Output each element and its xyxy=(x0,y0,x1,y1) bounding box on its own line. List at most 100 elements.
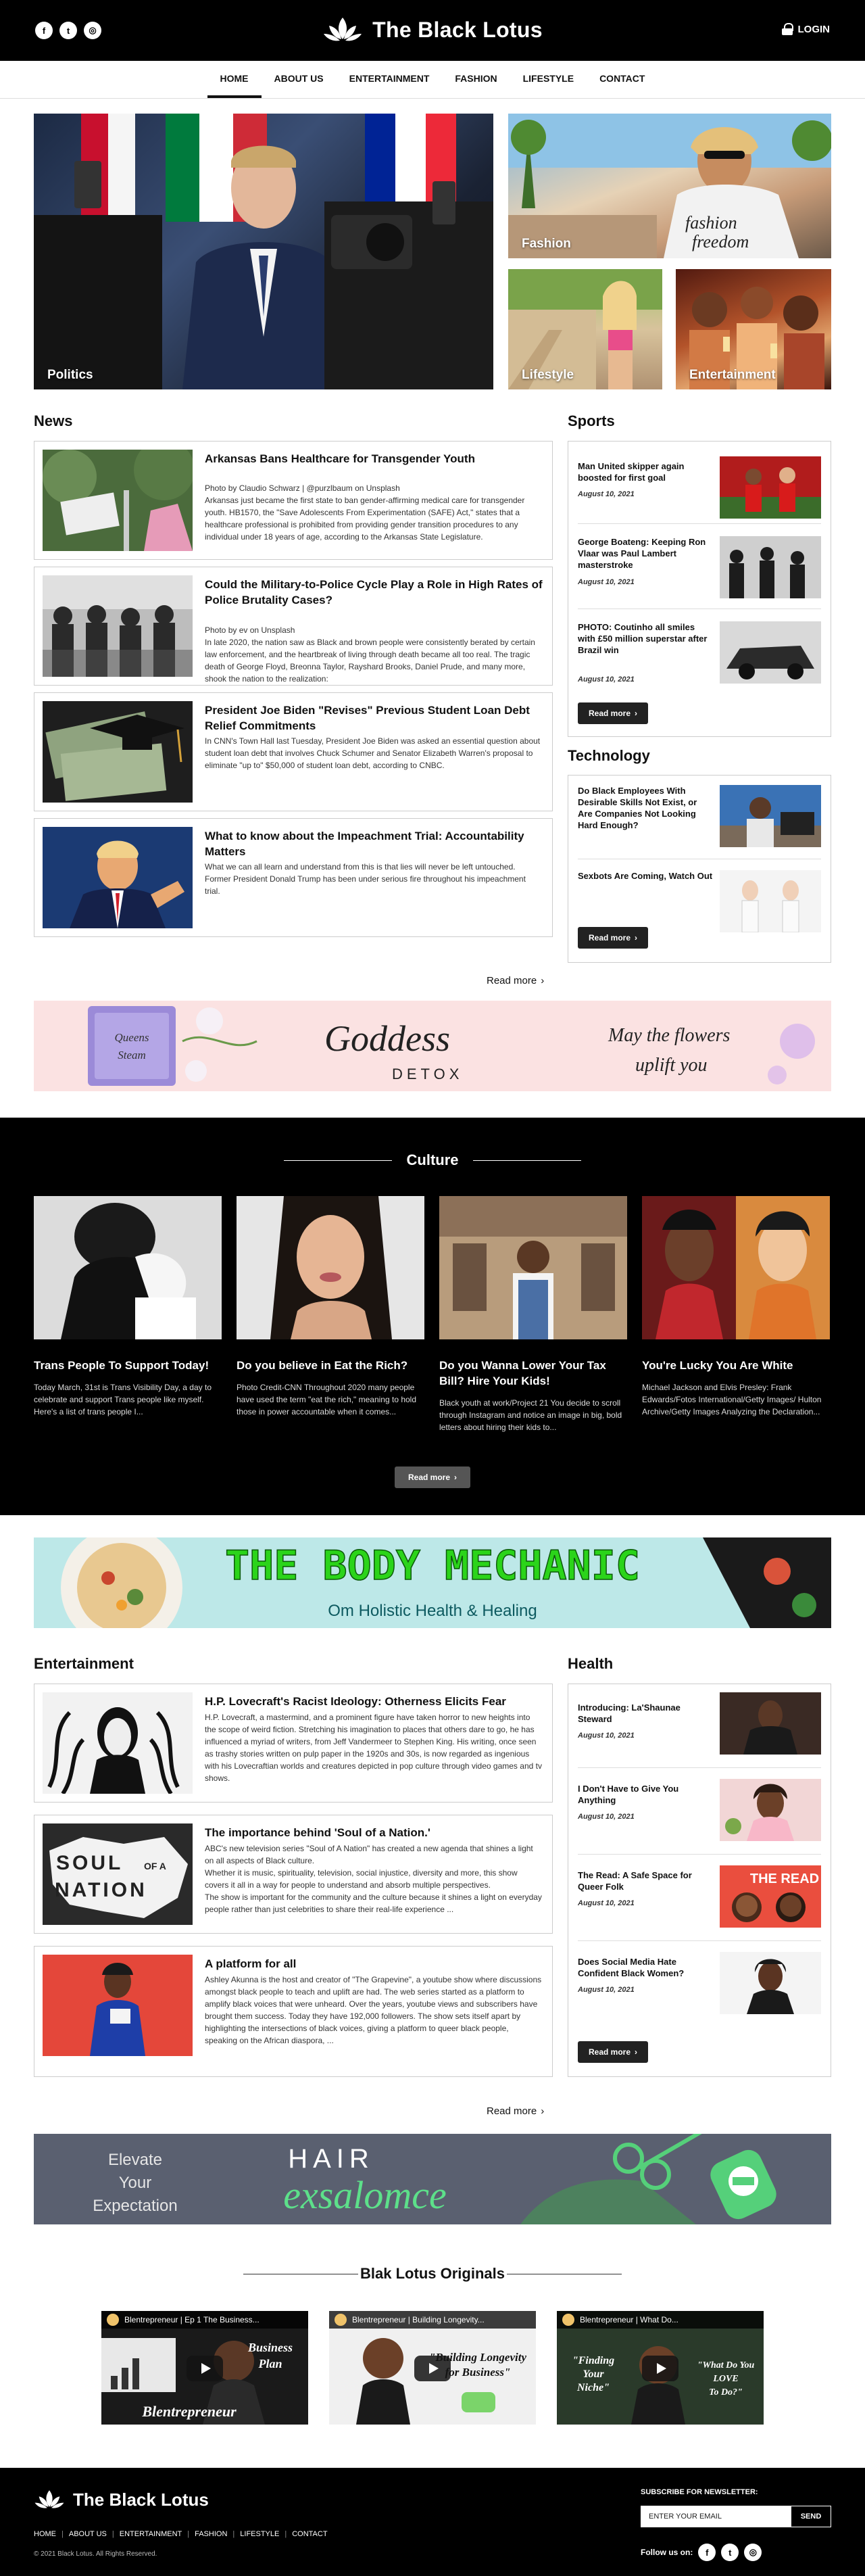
svg-text:uplift you: uplift you xyxy=(635,1055,708,1076)
entertainment-headline[interactable]: A platform for all xyxy=(205,1956,543,1972)
video-thumbnail[interactable]: "Building Longevity for Business" Blentr… xyxy=(329,2311,536,2425)
news-headline[interactable]: President Joe Biden "Revises" Previous S… xyxy=(205,702,543,734)
health-headline: The Read: A Safe Space for Queer Folk xyxy=(578,1870,692,1892)
sports-headline: Man United skipper again boosted for fir… xyxy=(578,461,685,483)
entertainment-excerpt: ABC's new television series "Soul of A N… xyxy=(205,1844,542,1914)
news-read-more-link[interactable]: Read more › xyxy=(487,975,544,986)
body-mechanic-banner[interactable]: THE BODY MECHANIC Om Holistic Health & H… xyxy=(34,1537,831,1628)
culture-thumb xyxy=(34,1196,222,1339)
login-button[interactable]: LOGIN xyxy=(781,23,830,35)
facebook-icon[interactable]: f xyxy=(698,2544,716,2561)
health-thumb xyxy=(720,1952,821,2014)
health-item[interactable]: Introducing: La'Shaunae Steward August 1… xyxy=(578,1692,821,1768)
goddess-detox-banner[interactable]: Queens Steam Goddess DETOX May the flowe… xyxy=(34,1001,831,1091)
culture-card[interactable]: Do you Wanna Lower Your Tax Bill? Hire Y… xyxy=(439,1196,627,1433)
svg-text:"What Do You: "What Do You xyxy=(697,2360,755,2370)
newsletter-email-input[interactable] xyxy=(641,2506,791,2527)
sports-item[interactable]: George Boateng: Keeping Ron Vlaar was Pa… xyxy=(578,536,821,609)
news-article-card[interactable]: President Joe Biden "Revises" Previous S… xyxy=(34,692,553,811)
entertainment-article-card[interactable]: A platform for all Ashley Akunna is the … xyxy=(34,1946,553,2077)
health-item[interactable]: I Don't Have to Give You Anything August… xyxy=(578,1779,821,1855)
nav-entertainment[interactable]: ENTERTAINMENT xyxy=(337,61,443,98)
hero-tile-fashion[interactable]: fashion freedom Fashion xyxy=(508,114,831,258)
health-item[interactable]: Does Social Media Hate Confident Black W… xyxy=(578,1952,821,2028)
hero-tile-entertainment[interactable]: Entertainment xyxy=(676,269,831,389)
technology-read-more-button[interactable]: Read more › xyxy=(578,927,648,949)
health-headline: I Don't Have to Give You Anything xyxy=(578,1784,679,1805)
health-item[interactable]: The Read: A Safe Space for Queer Folk Au… xyxy=(578,1865,821,1941)
svg-text:Blentrepreneur: Blentrepreneur xyxy=(141,2403,237,2420)
play-icon[interactable] xyxy=(187,2356,223,2381)
hero-tile-lifestyle[interactable]: Lifestyle xyxy=(508,269,662,389)
entertainment-article-card[interactable]: SOUL OF A NATION The importance behind '… xyxy=(34,1815,553,1934)
footer-logo[interactable]: The Black Lotus xyxy=(34,2488,209,2511)
culture-card[interactable]: Do you believe in Eat the Rich? Photo Cr… xyxy=(237,1196,424,1418)
play-icon[interactable] xyxy=(414,2356,451,2381)
chevron-right-icon: › xyxy=(635,2047,638,2057)
nav-about-us[interactable]: ABOUT US xyxy=(262,61,337,98)
culture-read-more-button[interactable]: Read more › xyxy=(395,1466,470,1488)
sports-item[interactable]: PHOTO: Coutinho all smiles with £50 mill… xyxy=(578,621,821,689)
news-article-card[interactable]: Arkansas Bans Healthcare for Transgender… xyxy=(34,441,553,560)
culture-thumb xyxy=(439,1196,627,1339)
svg-text:Business: Business xyxy=(247,2341,293,2354)
nav-contact[interactable]: CONTACT xyxy=(587,61,658,98)
news-thumb-police xyxy=(43,575,193,677)
newsletter-send-button[interactable]: SEND xyxy=(791,2506,831,2527)
footer-link-fashion[interactable]: FASHION xyxy=(195,2530,227,2538)
news-headline[interactable]: Could the Military-to-Police Cycle Play … xyxy=(205,577,543,608)
hair-exsalomce-banner[interactable]: Elevate Your Expectation HAIR exsalomce xyxy=(34,2134,831,2224)
body-mechanic-art: THE BODY MECHANIC Om Holistic Health & H… xyxy=(34,1537,831,1628)
news-article-card[interactable]: What to know about the Impeachment Trial… xyxy=(34,818,553,937)
video-thumbnail[interactable]: Business Plan Blentrepreneur Blentrepren… xyxy=(101,2311,308,2425)
culture-excerpt: Today March, 31st is Trans Visibility Da… xyxy=(34,1383,212,1416)
technology-item[interactable]: Sexbots Are Coming, Watch Out xyxy=(578,870,821,934)
video-title: Blentrepreneur | What Do... xyxy=(580,2315,678,2324)
sports-item[interactable]: Man United skipper again boosted for fir… xyxy=(578,454,821,524)
technology-thumb xyxy=(720,870,821,932)
svg-text:NATION: NATION xyxy=(55,1879,147,1901)
footer-link-contact[interactable]: CONTACT xyxy=(292,2530,327,2538)
lock-icon xyxy=(781,23,793,35)
news-title: News xyxy=(34,412,73,429)
svg-text:To Do?": To Do?" xyxy=(709,2387,743,2398)
news-article-card[interactable]: Could the Military-to-Police Cycle Play … xyxy=(34,567,553,686)
nav-home[interactable]: HOME xyxy=(207,61,262,98)
health-read-more-button[interactable]: Read more › xyxy=(578,2041,648,2063)
news-thumb-impeachment xyxy=(43,827,193,928)
footer-link-entertainment[interactable]: ENTERTAINMENT xyxy=(120,2530,182,2538)
lotus-icon xyxy=(34,2490,64,2508)
instagram-icon[interactable]: ◎ xyxy=(744,2544,762,2561)
technology-box: Do Black Employees With Desirable Skills… xyxy=(568,775,831,963)
main-nav: HOME ABOUT US ENTERTAINMENT FASHION LIFE… xyxy=(0,61,865,99)
entertainment-headline[interactable]: The importance behind 'Soul of a Nation.… xyxy=(205,1825,543,1840)
news-headline[interactable]: What to know about the Impeachment Trial… xyxy=(205,828,543,859)
copyright: © 2021 Black Lotus. All Rights Reserved. xyxy=(34,2550,157,2558)
svg-text:SOUL: SOUL xyxy=(56,1852,123,1874)
twitter-icon[interactable]: t xyxy=(721,2544,739,2561)
culture-thumb xyxy=(237,1196,424,1339)
hero-grid: Politics fashion freedom Fashion Lifesty… xyxy=(34,114,831,389)
entertainment-article-card[interactable]: H.P. Lovecraft's Racist Ideology: Othern… xyxy=(34,1684,553,1803)
health-headline: Introducing: La'Shaunae Steward xyxy=(578,1702,681,1724)
nav-fashion[interactable]: FASHION xyxy=(442,61,510,98)
footer-link-about-us[interactable]: ABOUT US xyxy=(69,2530,107,2538)
svg-text:DETOX: DETOX xyxy=(392,1066,463,1082)
technology-item[interactable]: Do Black Employees With Desirable Skills… xyxy=(578,785,821,859)
entertainment-read-more-link[interactable]: Read more › xyxy=(487,2105,544,2117)
play-icon[interactable] xyxy=(642,2356,678,2381)
hero-tile-politics[interactable]: Politics xyxy=(34,114,493,389)
sports-read-more-button[interactable]: Read more › xyxy=(578,702,648,724)
hero-label-fashion: Fashion xyxy=(522,237,571,251)
nav-lifestyle[interactable]: LIFESTYLE xyxy=(510,61,587,98)
news-headline[interactable]: Arkansas Bans Healthcare for Transgender… xyxy=(205,451,543,467)
entertainment-headline[interactable]: H.P. Lovecraft's Racist Ideology: Othern… xyxy=(205,1694,543,1709)
culture-card[interactable]: You're Lucky You Are White Michael Jacks… xyxy=(642,1196,830,1418)
footer-link-home[interactable]: HOME xyxy=(34,2530,56,2538)
culture-card[interactable]: Trans People To Support Today! Today Mar… xyxy=(34,1196,222,1418)
video-thumbnail[interactable]: "Finding Your Niche" "What Do You LOVE T… xyxy=(557,2311,764,2425)
site-title: The Black Lotus xyxy=(372,17,543,42)
site-logo[interactable]: The Black Lotus xyxy=(0,15,865,45)
technology-read-more-label: Read more xyxy=(588,933,631,943)
footer-link-lifestyle[interactable]: LIFESTYLE xyxy=(240,2530,279,2538)
